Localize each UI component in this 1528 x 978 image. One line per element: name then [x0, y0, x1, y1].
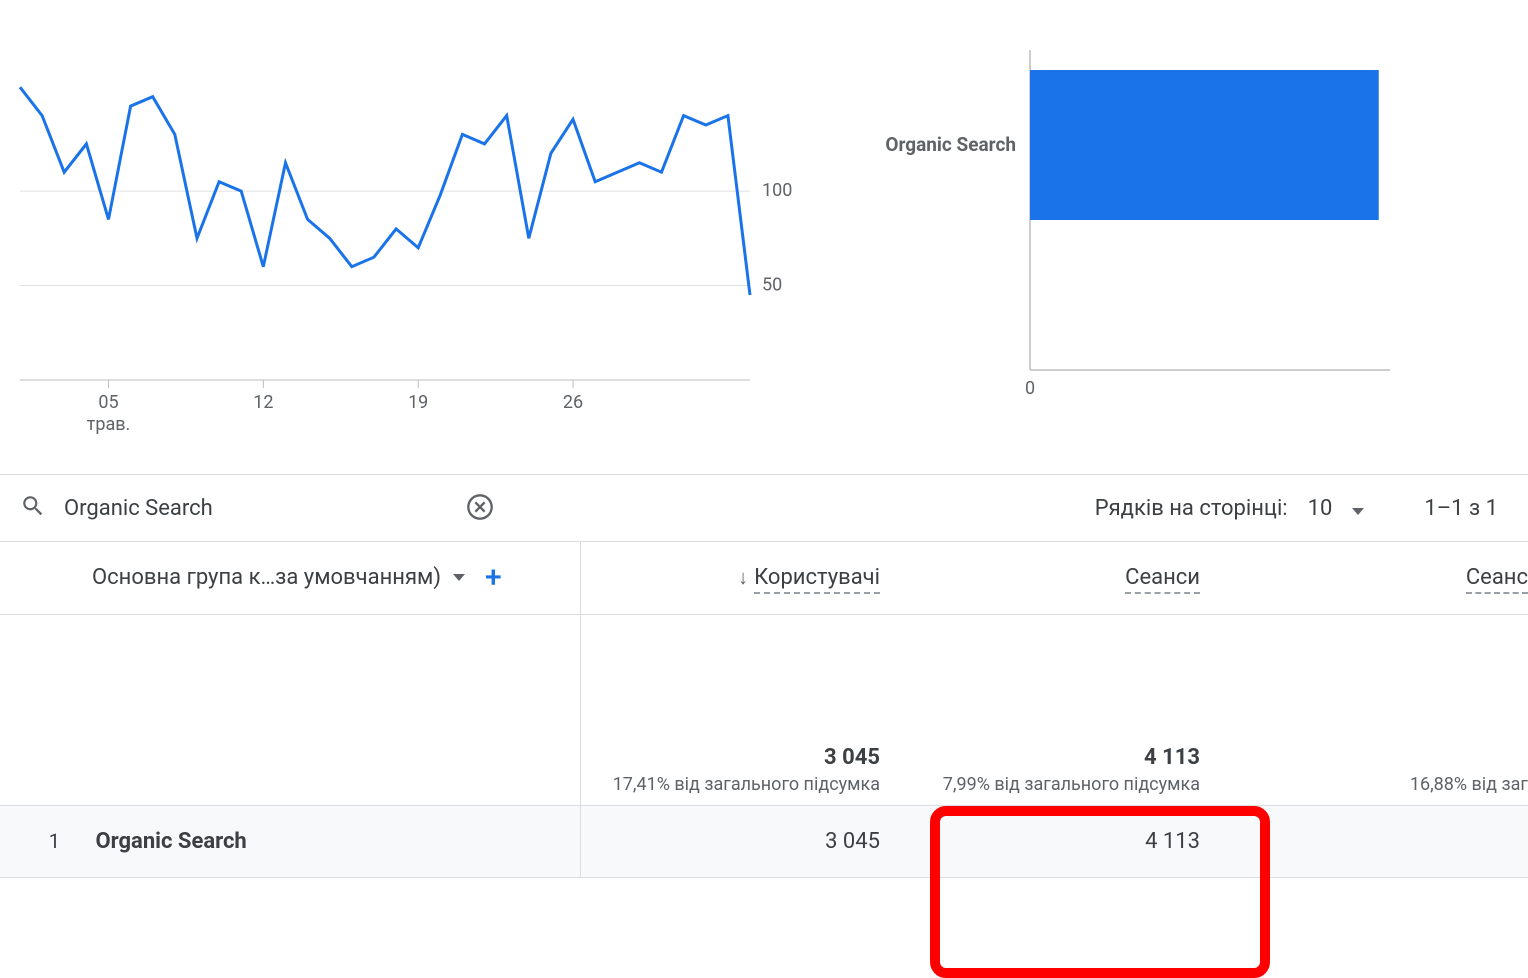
rows-per-page-label: Рядків на сторінці:	[1095, 496, 1288, 521]
svg-text:50: 50	[762, 275, 782, 296]
search-input[interactable]	[62, 495, 462, 522]
summary-sessions-pct: 7,99% від загального підсумка	[901, 774, 1200, 795]
row-m3-value	[1220, 805, 1528, 877]
row-dimension-value: Organic Search	[95, 829, 246, 854]
summary-m3-pct: 16,88% від заг	[1221, 774, 1528, 795]
sort-desc-icon: ↓	[738, 565, 748, 589]
summary-row: 3 045 17,41% від загального підсумка 4 1…	[0, 614, 1528, 805]
metric-header-3[interactable]: Сеанс	[1220, 542, 1528, 614]
row-index: 1	[20, 829, 80, 853]
svg-text:05: 05	[98, 392, 118, 413]
svg-text:100: 100	[762, 180, 792, 201]
metric-label: Сеанс	[1466, 565, 1528, 594]
toolbar: Рядків на сторінці: 10 1–1 з 1	[0, 474, 1528, 542]
summary-sessions-total: 4 113	[901, 745, 1200, 770]
bar-chart: Organic Search 0	[850, 20, 1518, 444]
close-circle-icon	[466, 509, 494, 524]
page-range: 1–1 з 1	[1424, 496, 1498, 521]
clear-search-button[interactable]	[462, 489, 498, 528]
rows-per-page-value: 10	[1308, 496, 1333, 521]
metric-label: Користувачі	[754, 565, 880, 594]
table-row[interactable]: 1 Organic Search 3 045 4 113	[0, 805, 1528, 877]
summary-users-total: 3 045	[582, 745, 881, 770]
svg-text:трав.: трав.	[87, 414, 131, 435]
line-chart: 50 100 05трав. 12 19 26	[10, 20, 810, 444]
chevron-down-icon	[453, 574, 465, 581]
svg-text:Organic Search: Organic Search	[885, 133, 1016, 156]
svg-text:19: 19	[408, 392, 428, 413]
search-icon	[20, 493, 46, 523]
dimension-header[interactable]: Основна група к…за умовчанням) +	[0, 542, 580, 614]
metric-header-users[interactable]: ↓Користувачі	[580, 542, 900, 614]
svg-text:0: 0	[1025, 378, 1035, 399]
data-table: Основна група к…за умовчанням) + ↓Корист…	[0, 542, 1528, 878]
rows-per-page-select[interactable]: 10	[1308, 496, 1365, 521]
svg-text:12: 12	[253, 392, 273, 413]
chevron-down-icon	[1340, 496, 1364, 521]
metric-header-sessions[interactable]: Сеанси	[900, 542, 1220, 614]
add-dimension-button[interactable]: +	[485, 560, 502, 595]
summary-users-pct: 17,41% від загального підсумка	[582, 774, 881, 795]
dimension-label: Основна група к…за умовчанням)	[92, 565, 441, 590]
row-sessions-value: 4 113	[900, 805, 1220, 877]
svg-text:26: 26	[563, 392, 583, 413]
metric-label: Сеанси	[1125, 565, 1200, 594]
row-users-value: 3 045	[580, 805, 900, 877]
